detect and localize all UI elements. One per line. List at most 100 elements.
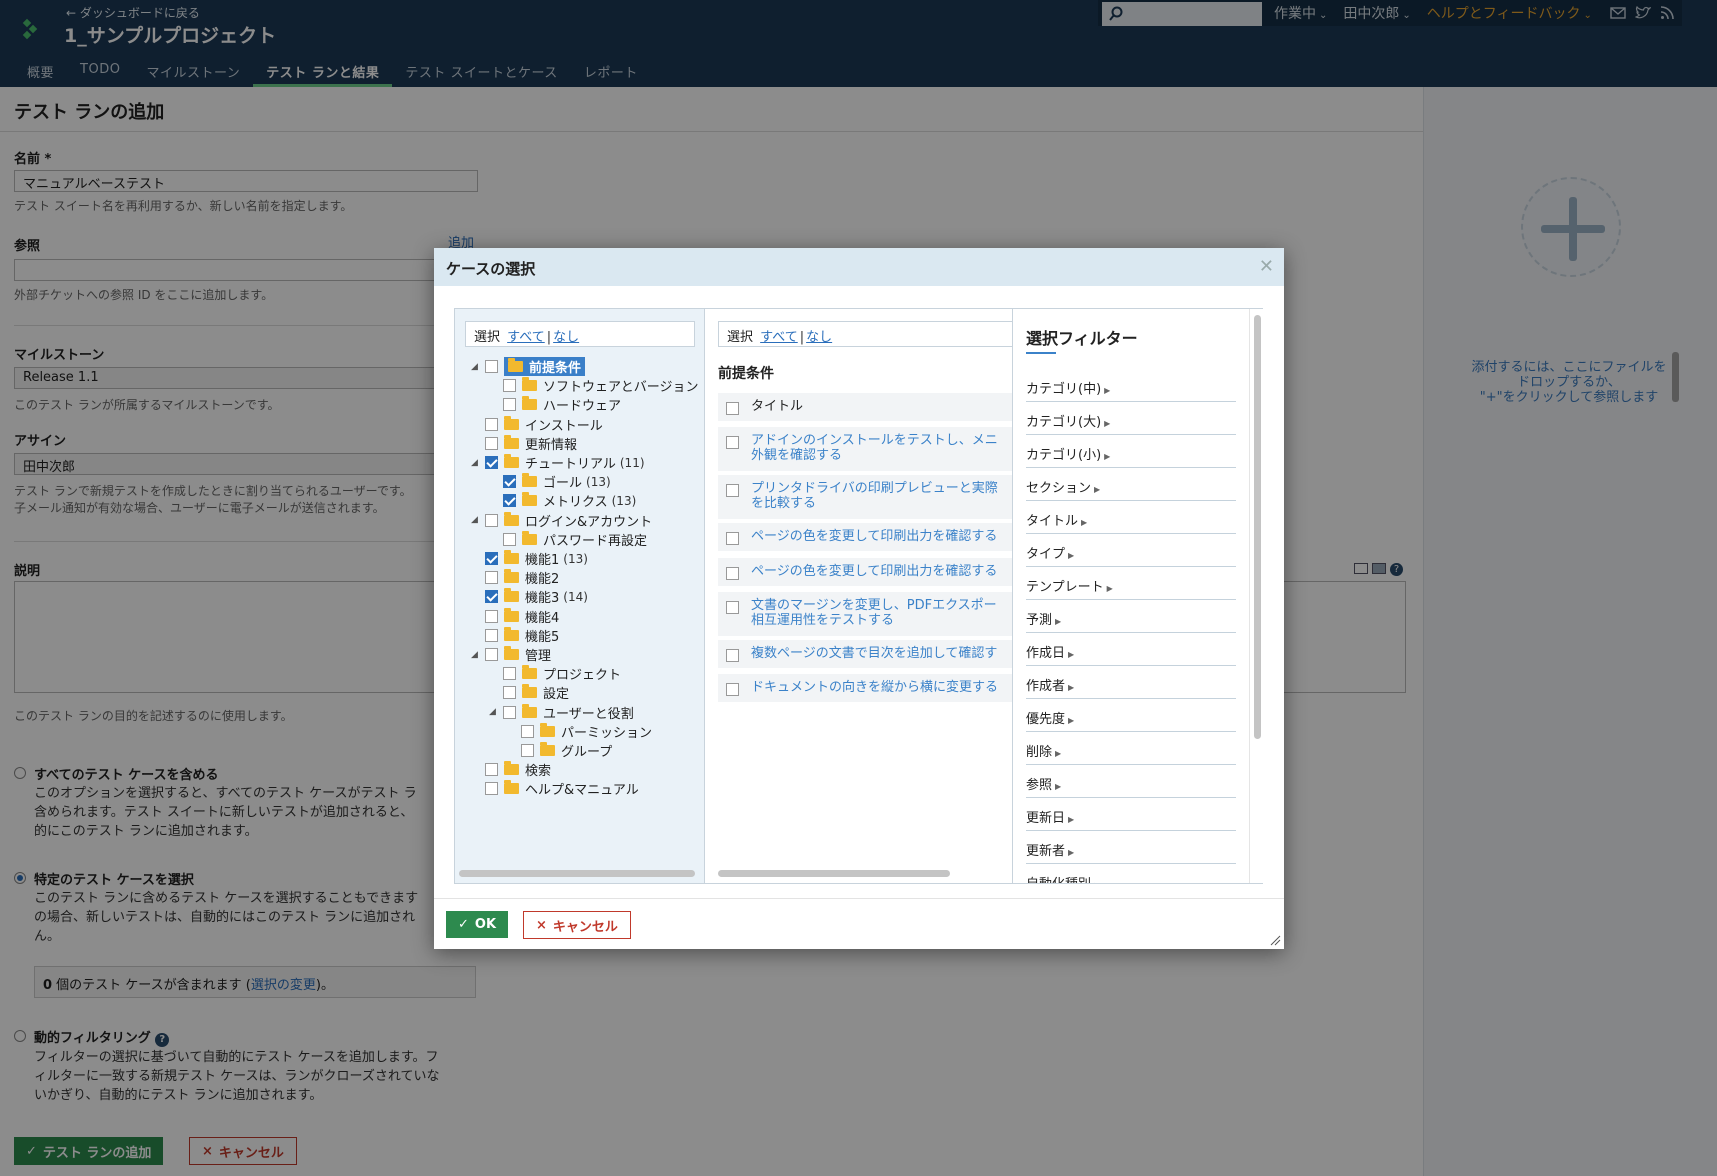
close-icon[interactable]: ✕ xyxy=(1259,256,1274,277)
tree-item[interactable]: ハードウェア xyxy=(503,395,621,414)
case-title[interactable]: プリンタドライバの印刷プレビューと実際 を比較する xyxy=(751,481,998,519)
tree-item-checkbox[interactable] xyxy=(485,456,498,469)
filter-item[interactable]: 作成日 ▶ xyxy=(1026,633,1236,666)
select-all-link[interactable]: すべて xyxy=(507,330,545,345)
expand-toggle-icon[interactable]: ◢ xyxy=(471,458,479,468)
filter-item[interactable]: 優先度 ▶ xyxy=(1026,699,1236,732)
filter-item[interactable]: 作成者 ▶ xyxy=(1026,666,1236,699)
case-checkbox[interactable] xyxy=(726,402,739,415)
tree-item[interactable]: ◢ ユーザーと役割 xyxy=(489,703,634,722)
case-title[interactable]: ドキュメントの向きを縦から横に変更する xyxy=(751,680,998,702)
tree-item-checkbox[interactable] xyxy=(503,494,516,508)
tree-item-label[interactable]: グループ xyxy=(540,741,612,760)
tree-item[interactable]: 設定 xyxy=(503,683,569,702)
filter-item[interactable]: 参照 ▶ xyxy=(1026,765,1236,798)
tree-item-checkbox[interactable] xyxy=(485,552,498,565)
tree-item-label[interactable]: 機能3 xyxy=(504,587,559,606)
tree-item-checkbox[interactable] xyxy=(503,379,516,393)
tree-item-label[interactable]: ユーザーと役割 xyxy=(522,703,634,722)
tree-item-label[interactable]: ヘルプ&マニュアル xyxy=(504,779,639,798)
resize-grip-icon[interactable] xyxy=(1269,934,1281,946)
case-checkbox[interactable] xyxy=(726,601,739,614)
select-all-link[interactable]: すべて xyxy=(760,330,798,345)
tree-item[interactable]: プロジェクト xyxy=(503,664,621,683)
tree-item[interactable]: ソフトウェアとバージョン xyxy=(503,376,698,395)
case-row[interactable]: ドキュメントの向きを縦から横に変更する xyxy=(718,674,1012,702)
filter-item[interactable]: 自動化種別▶ xyxy=(1026,864,1236,883)
scrollbar[interactable] xyxy=(459,870,695,877)
tree-item[interactable]: 検索 xyxy=(485,760,551,779)
filter-item[interactable]: 更新者 ▶ xyxy=(1026,831,1236,864)
tree-item[interactable]: ヘルプ&マニュアル xyxy=(485,779,639,798)
tree-item-label[interactable]: 前提条件 xyxy=(504,357,586,376)
case-checkbox[interactable] xyxy=(726,484,739,497)
tree-item-checkbox[interactable] xyxy=(485,648,498,661)
tree-item-label[interactable]: パスワード再設定 xyxy=(522,530,647,549)
tree-item-label[interactable]: 機能2 xyxy=(504,568,559,587)
case-row[interactable]: 複数ページの文書で目次を追加して確認す xyxy=(718,640,1012,668)
ok-button[interactable]: ✓ OK xyxy=(446,911,509,938)
tree-item[interactable]: グループ xyxy=(521,741,612,760)
filter-item[interactable]: 更新日 ▶ xyxy=(1026,798,1236,831)
tree-item-label[interactable]: 設定 xyxy=(522,683,569,702)
case-checkbox[interactable] xyxy=(726,649,739,662)
tree-item[interactable]: ◢ 管理 xyxy=(471,645,551,664)
tree-item-checkbox[interactable] xyxy=(521,744,534,757)
tree-item-checkbox[interactable] xyxy=(485,571,498,585)
select-none-link[interactable]: なし xyxy=(806,330,832,345)
filter-item[interactable]: セクション ▶ xyxy=(1026,468,1236,501)
tree-item-checkbox[interactable] xyxy=(503,532,516,546)
filter-item[interactable]: テンプレート ▶ xyxy=(1026,567,1236,600)
tree-item-label[interactable]: メトリクス xyxy=(522,491,608,510)
tree-item[interactable]: ◢ チュートリアル (11) xyxy=(471,453,645,472)
tree-item[interactable]: 更新情報 xyxy=(485,434,577,453)
tree-item-checkbox[interactable] xyxy=(485,513,498,527)
tree-item-checkbox[interactable] xyxy=(521,724,534,738)
tree-item-checkbox[interactable] xyxy=(485,417,498,431)
filter-item[interactable]: カテゴリ(大) ▶ xyxy=(1026,402,1236,435)
case-title[interactable]: アドインのインストールをテストし、メニ 外観を確認する xyxy=(751,433,998,471)
tree-item-label[interactable]: ソフトウェアとバージョン xyxy=(522,376,698,395)
tree-item-label[interactable]: ハードウェア xyxy=(522,395,621,414)
case-row[interactable]: ページの色を変更して印刷出力を確認する xyxy=(718,523,1012,551)
tree-item-checkbox[interactable] xyxy=(503,705,516,719)
case-title[interactable]: 文書のマージンを変更し、PDFエクスポー 相互運用性をテストする xyxy=(751,598,997,636)
tree-item-label[interactable]: 管理 xyxy=(504,645,551,664)
scrollbar[interactable] xyxy=(718,870,950,877)
case-title[interactable]: ページの色を変更して印刷出力を確認する xyxy=(751,564,997,586)
tree-item-checkbox[interactable] xyxy=(485,360,498,373)
tree-item[interactable]: 機能2 xyxy=(485,568,559,587)
tree-item[interactable]: パスワード再設定 xyxy=(503,530,647,549)
tree-item[interactable]: ◢ 前提条件 xyxy=(471,357,586,376)
case-row[interactable]: 文書のマージンを変更し、PDFエクスポー 相互運用性をテストする xyxy=(718,592,1012,636)
tree-item[interactable]: パーミッション xyxy=(521,722,652,741)
tree-item-label[interactable]: 検索 xyxy=(504,760,551,779)
select-none-link[interactable]: なし xyxy=(553,330,579,345)
tree-item-checkbox[interactable] xyxy=(485,436,498,450)
case-checkbox[interactable] xyxy=(726,436,739,449)
expand-toggle-icon[interactable]: ◢ xyxy=(471,650,479,660)
tree-item-label[interactable]: 機能5 xyxy=(504,626,559,645)
expand-toggle-icon[interactable]: ◢ xyxy=(489,707,497,717)
tree-item-checkbox[interactable] xyxy=(485,628,498,642)
filter-item[interactable]: カテゴリ(中) ▶ xyxy=(1026,369,1236,402)
dialog-cancel-button[interactable]: × キャンセル xyxy=(523,911,631,939)
tree-item-checkbox[interactable] xyxy=(485,763,498,777)
tree-item-checkbox[interactable] xyxy=(485,609,498,623)
cases-header-row[interactable]: タイトル xyxy=(718,393,1012,421)
filter-item[interactable]: 予測 ▶ xyxy=(1026,600,1236,633)
filter-item[interactable]: カテゴリ(小) ▶ xyxy=(1026,435,1236,468)
tree-item-label[interactable]: ゴール xyxy=(522,472,582,491)
case-checkbox[interactable] xyxy=(726,532,739,545)
tree-item[interactable]: メトリクス (13) xyxy=(503,491,636,510)
tree-item[interactable]: 機能3 (14) xyxy=(485,587,588,606)
tree-item[interactable]: 機能4 xyxy=(485,607,559,626)
filter-item[interactable]: タイプ ▶ xyxy=(1026,534,1236,567)
tree-item-label[interactable]: ログイン&アカウント xyxy=(504,511,652,530)
case-checkbox[interactable] xyxy=(726,567,739,580)
case-row[interactable]: アドインのインストールをテストし、メニ 外観を確認する xyxy=(718,427,1012,471)
tree-item-checkbox[interactable] xyxy=(503,475,516,489)
case-title[interactable]: ページの色を変更して印刷出力を確認する xyxy=(751,529,997,551)
filter-item[interactable]: 削除 ▶ xyxy=(1026,732,1236,765)
tree-item[interactable]: ゴール (13) xyxy=(503,472,611,491)
